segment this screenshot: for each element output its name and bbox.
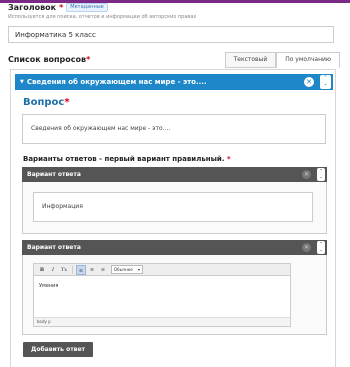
editor-content[interactable]: Умения — [34, 276, 290, 318]
bold-button[interactable]: B — [37, 265, 47, 275]
questions-view-tabs: Текстовый По умолчанию — [224, 52, 340, 68]
questions-container: ▼ Сведения об окружающем нас мире - это.… — [10, 69, 336, 367]
required-marker: * — [59, 2, 64, 12]
toolbar-divider — [72, 265, 73, 274]
editor-element-path: body p — [34, 317, 290, 326]
answer-header-label: Вариант ответа — [27, 171, 81, 178]
align-right-icon[interactable]: ≡ — [98, 265, 108, 275]
align-left-icon[interactable]: ≡ — [76, 264, 86, 275]
remove-answer-icon[interactable]: ✕ — [302, 243, 311, 252]
answer-header[interactable]: Вариант ответа ✕ ⌃ ⌄ — [22, 167, 327, 182]
editor-toolbar: B I Tx ≡ ≡ ≡ Обычное ▾ — [34, 264, 290, 276]
answer-body: Информация — [22, 182, 327, 234]
answer-text-input[interactable]: Информация — [33, 192, 313, 222]
questions-list-label: Список вопросов* — [8, 55, 91, 64]
format-select[interactable]: Обычное ▾ — [111, 265, 143, 274]
collapse-caret-icon[interactable]: ▼ — [20, 79, 24, 85]
question-item-header[interactable]: ▼ Сведения об окружающем нас мире - это.… — [15, 74, 333, 90]
question-item-title: Сведения об окружающем нас мире - это...… — [26, 78, 207, 86]
required-marker: * — [226, 155, 231, 163]
title-input[interactable]: Информатика 5 класс — [8, 26, 334, 43]
required-marker: * — [86, 55, 91, 64]
add-answer-button[interactable]: Добавить ответ — [23, 342, 94, 357]
answer-body: B I Tx ≡ ≡ ≡ Обычное ▾ Умения body p — [22, 255, 327, 335]
tab-text[interactable]: Текстовый — [224, 52, 277, 68]
clear-format-button[interactable]: Tx — [59, 265, 69, 275]
reorder-arrows-icon[interactable]: ⌃ ⌄ — [320, 75, 331, 89]
answers-label: Варианты ответов - первый вариант правил… — [23, 155, 231, 163]
answer-header-label: Вариант ответа — [27, 244, 81, 251]
required-marker: * — [64, 97, 70, 108]
reorder-arrows-icon[interactable]: ⌃ ⌄ — [317, 168, 325, 181]
tab-default[interactable]: По умолчанию — [276, 52, 340, 68]
question-label: Вопрос* — [23, 97, 70, 108]
title-label: Заголовок — [8, 2, 57, 12]
align-center-icon[interactable]: ≡ — [87, 265, 97, 275]
italic-button[interactable]: I — [48, 265, 58, 275]
answer-header[interactable]: Вариант ответа ✕ ⌃ ⌄ — [22, 240, 327, 255]
remove-answer-icon[interactable]: ✕ — [302, 170, 311, 179]
remove-question-icon[interactable]: ✕ — [304, 77, 314, 87]
reorder-arrows-icon[interactable]: ⌃ ⌄ — [317, 241, 325, 254]
title-help-text: Используется для поиска, отчетов и инфор… — [8, 14, 197, 20]
metadata-button[interactable]: Метаданные — [66, 2, 108, 12]
rich-text-editor: B I Tx ≡ ≡ ≡ Обычное ▾ Умения body p — [33, 263, 291, 327]
chevron-down-icon: ▾ — [137, 267, 140, 272]
title-field-label: Заголовок * Метаданные — [8, 1, 108, 13]
question-text-input[interactable]: Сведения об окружающем нас мире - это...… — [22, 114, 326, 144]
